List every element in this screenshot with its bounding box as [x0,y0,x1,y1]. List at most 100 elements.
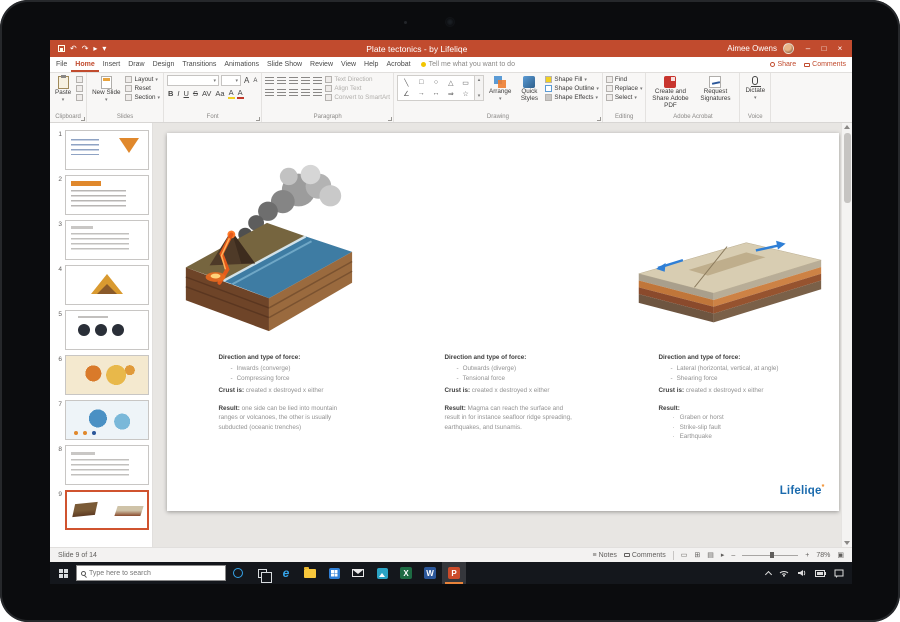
shape-double-arrow-icon[interactable]: ↔ [432,90,439,97]
taskbar-app-excel[interactable]: X [394,562,418,584]
show-hidden-icons-chevron[interactable] [765,570,772,577]
indent-decrease-icon[interactable] [289,77,298,85]
shape-rounded-rect-icon[interactable]: ▭ [462,79,469,87]
taskbar-app-photos[interactable] [370,562,394,584]
normal-view-button[interactable]: ▭ [681,551,688,559]
section-button[interactable]: Section▾ [125,94,160,101]
slide-text-column-2[interactable]: Direction and type of force: Outwards (d… [445,353,580,432]
taskbar-app-store[interactable] [322,562,346,584]
save-icon[interactable] [58,45,65,52]
italic-button[interactable]: I [176,89,180,98]
shape-ellipse-icon[interactable]: ○ [434,79,438,86]
tab-animations[interactable]: Animations [220,57,263,72]
dictate-button[interactable]: Dictate ▾ [743,75,767,102]
highlight-color-button[interactable]: A [228,89,235,99]
taskbar-app-mail[interactable] [346,562,370,584]
new-slide-dropdown-icon[interactable]: ▾ [105,98,108,104]
shapes-gallery[interactable]: ╲ □ ○ △ ▭ ∠ → ↔ ⇒ ☆ [397,75,475,101]
shape-block-arrow-icon[interactable]: ⇒ [448,90,454,98]
bullets-icon[interactable] [265,77,274,85]
slideshow-view-button[interactable]: ▸ [721,551,725,559]
copy-icon[interactable] [76,85,83,92]
shape-star-icon[interactable]: ☆ [462,90,468,98]
scroll-down-icon[interactable] [844,541,850,545]
slide-thumbnail-9[interactable]: 9 [52,490,149,530]
font-size-combo[interactable]: ▾ [221,75,241,86]
paste-dropdown-icon[interactable]: ▾ [62,98,65,104]
slide-thumbnail-8[interactable]: 8 [52,445,149,485]
character-spacing-button[interactable]: AV [201,89,212,98]
slide-thumbnail-6[interactable]: 6 [52,355,149,395]
start-slideshow-icon[interactable]: ▸ [93,45,97,53]
slide-thumbnail-7[interactable]: 7 [52,400,149,440]
fit-to-window-button[interactable]: ▣ [837,551,844,559]
dialog-launcher-icon[interactable] [388,117,392,121]
wifi-icon[interactable] [779,569,789,577]
volume-icon[interactable] [797,569,807,577]
shapes-scrollbar[interactable]: ▴ ▾ [475,75,484,101]
columns-icon[interactable] [313,89,322,97]
align-right-icon[interactable] [289,89,298,97]
bold-button[interactable]: B [167,89,174,98]
canvas-scrollbar[interactable] [841,123,852,547]
taskbar-app-file-explorer[interactable] [298,562,322,584]
tab-draw[interactable]: Draw [124,57,148,72]
tab-slide-show[interactable]: Slide Show [263,57,306,72]
zoom-slider-thumb[interactable] [770,552,774,558]
new-slide-button[interactable]: New Slide ▾ [90,75,122,104]
shapes-scroll-down-icon[interactable]: ▾ [478,93,481,99]
font-name-combo[interactable]: ▾ [167,75,219,86]
action-center-icon[interactable] [834,569,844,578]
arrange-button[interactable]: Arrange ▾ [487,75,513,103]
taskbar-app-powerpoint[interactable]: P [442,562,466,584]
font-color-button[interactable]: A [237,89,244,99]
tab-acrobat[interactable]: Acrobat [382,57,414,72]
tab-transitions[interactable]: Transitions [178,57,220,72]
dialog-launcher-icon[interactable] [81,117,85,121]
start-button[interactable] [50,562,76,584]
current-slide[interactable]: Direction and type of force: Inwards (co… [167,133,839,511]
cortana-button[interactable] [226,562,250,584]
share-button[interactable]: Share [770,61,796,68]
align-center-icon[interactable] [277,89,286,97]
tab-insert[interactable]: Insert [99,57,125,72]
comments-status-button[interactable]: Comments [624,552,666,559]
tab-view[interactable]: View [337,57,360,72]
align-text-button[interactable]: Align Text [325,85,390,92]
slide-text-column-1[interactable]: Direction and type of force: Inwards (co… [219,353,349,432]
slide-thumbnail-5[interactable]: 5 [52,310,149,350]
search-input[interactable] [89,570,221,577]
create-share-pdf-button[interactable]: Create and Share Adobe PDF [649,75,691,111]
reset-button[interactable]: Reset [125,85,160,92]
dialog-launcher-icon[interactable] [256,117,260,121]
undo-icon[interactable]: ↶ [70,45,77,53]
close-button[interactable]: × [832,40,848,57]
select-button[interactable]: Select▾ [606,94,643,101]
shape-arrow-icon[interactable]: → [418,90,425,97]
shape-rectangle-icon[interactable]: □ [419,79,423,86]
numbering-icon[interactable] [277,77,286,85]
shape-line-icon[interactable]: ╲ [404,79,408,87]
tab-home[interactable]: Home [71,57,98,72]
shape-angle-icon[interactable]: ∠ [403,90,409,98]
quick-styles-button[interactable]: Quick Styles [516,75,542,104]
cut-icon[interactable] [76,76,83,83]
zoom-in-button[interactable]: + [805,552,809,559]
zoom-slider[interactable] [742,555,798,556]
tab-file[interactable]: File [52,57,71,72]
reading-view-button[interactable]: ▤ [707,551,714,559]
minimize-button[interactable]: – [800,40,816,57]
slide-text-column-3[interactable]: Direction and type of force: Lateral (ho… [659,353,814,442]
shape-fill-button[interactable]: Shape Fill▾ [545,76,598,83]
slide-thumbnail-4[interactable]: 4 [52,265,149,305]
shapes-scroll-up-icon[interactable]: ▴ [478,77,481,83]
align-left-icon[interactable] [265,89,274,97]
layout-button[interactable]: Layout▾ [125,76,160,83]
format-painter-icon[interactable] [76,94,83,101]
user-name[interactable]: Aimee Owens [727,44,777,53]
scrollbar-thumb[interactable] [844,133,851,203]
shape-effects-button[interactable]: Shape Effects▾ [545,94,598,101]
zoom-percent[interactable]: 78% [816,552,830,559]
replace-button[interactable]: Replace▾ [606,85,643,92]
tab-design[interactable]: Design [149,57,179,72]
